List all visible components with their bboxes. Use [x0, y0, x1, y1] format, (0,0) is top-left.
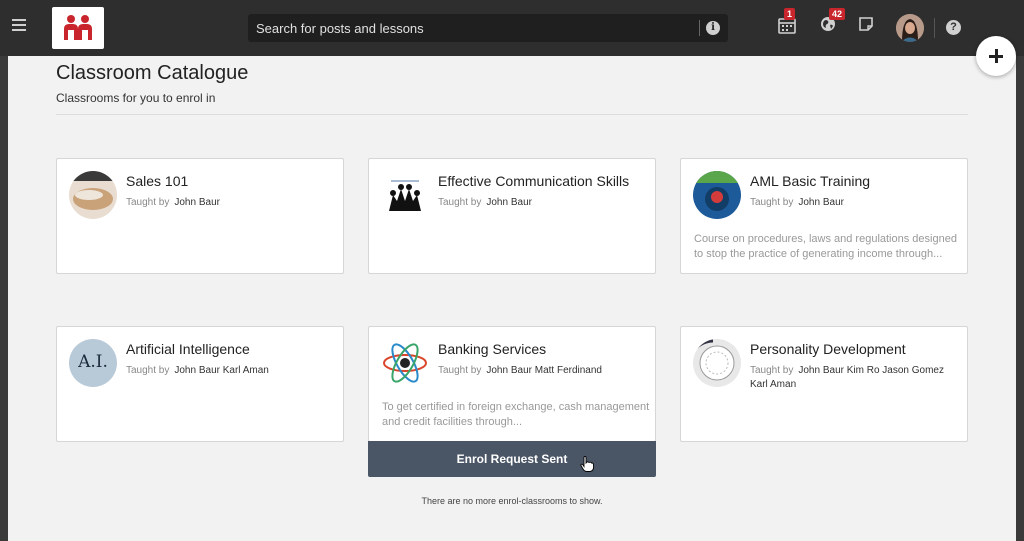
- classroom-title: AML Basic Training: [750, 173, 871, 189]
- classroom-title: Artificial Intelligence: [126, 341, 250, 357]
- search-bar: i: [248, 14, 728, 42]
- hamburger-icon[interactable]: [12, 19, 26, 31]
- classroom-title: Banking Services: [438, 341, 547, 357]
- classroom-teachers: Taught by John Baur: [438, 197, 532, 208]
- classroom-card[interactable]: Banking Services Taught by John Baur Matt…: [368, 326, 656, 442]
- classroom-title: Sales 101: [126, 173, 189, 189]
- classroom-card[interactable]: Effective Communication Skills Taught by…: [368, 158, 656, 274]
- top-bar: i 1 42 ?: [0, 0, 1024, 56]
- enrol-request-sent-button[interactable]: Enrol Request Sent: [368, 441, 656, 477]
- add-button[interactable]: [976, 36, 1016, 76]
- classroom-teachers: Taught by John Baur: [126, 197, 220, 208]
- classroom-thumbnail-text: A.I.: [78, 352, 108, 372]
- notes-button[interactable]: [858, 16, 878, 36]
- classroom-thumbnail: [381, 171, 429, 219]
- classroom-teachers: Taught by John Baur Matt Ferdinand: [438, 365, 602, 376]
- search-input[interactable]: [256, 14, 696, 42]
- classroom-card[interactable]: Personality Development Taught by John Ba…: [680, 326, 968, 442]
- globe-badge: 42: [829, 8, 846, 20]
- classroom-thumbnail: [693, 339, 741, 387]
- help-icon[interactable]: ?: [946, 20, 961, 35]
- classroom-thumbnail: [693, 171, 741, 219]
- classroom-teachers: Taught by John Baur: [750, 197, 844, 208]
- calendar-button[interactable]: 1: [778, 8, 798, 36]
- classroom-card[interactable]: A.I. Artificial Intelligence Taught by Jo…: [56, 326, 344, 442]
- classroom-teachers: Taught by John Baur Kim Ro Jason Gomez Ka…: [750, 365, 944, 390]
- page-subtitle: Classrooms for you to enrol in: [56, 91, 216, 105]
- search-divider: [699, 20, 700, 36]
- classroom-thumbnail: [69, 171, 117, 219]
- classroom-title: Effective Communication Skills: [438, 173, 630, 189]
- classroom-description: Course on procedures, laws and regulatio…: [694, 233, 957, 260]
- note-icon: [859, 17, 873, 31]
- calendar-badge: 1: [784, 8, 796, 20]
- divider: [56, 114, 968, 115]
- hand-pointer-icon: [580, 456, 594, 472]
- classroom-card[interactable]: Sales 101 Taught by John Baur: [56, 158, 344, 274]
- page-title: Classroom Catalogue: [56, 62, 249, 84]
- brand-logo[interactable]: [52, 7, 104, 49]
- classroom-thumbnail: A.I.: [69, 339, 117, 387]
- info-icon[interactable]: i: [706, 21, 720, 35]
- classroom-title: Personality Development: [750, 341, 906, 357]
- globe-button[interactable]: 42: [820, 8, 846, 36]
- classroom-description: To get certified in foreign exchange, ca…: [382, 401, 650, 428]
- end-of-list-message: There are no more enrol-classrooms to sh…: [421, 496, 603, 506]
- classroom-teachers: Taught by John Baur Karl Aman: [126, 365, 269, 376]
- avatar[interactable]: [896, 14, 924, 42]
- header-divider: [934, 18, 935, 38]
- main-content: Classroom Catalogue Classrooms for you t…: [8, 56, 1016, 541]
- classroom-thumbnail: [381, 339, 429, 387]
- classroom-card[interactable]: AML Basic Training Taught by John Baur Co…: [680, 158, 968, 274]
